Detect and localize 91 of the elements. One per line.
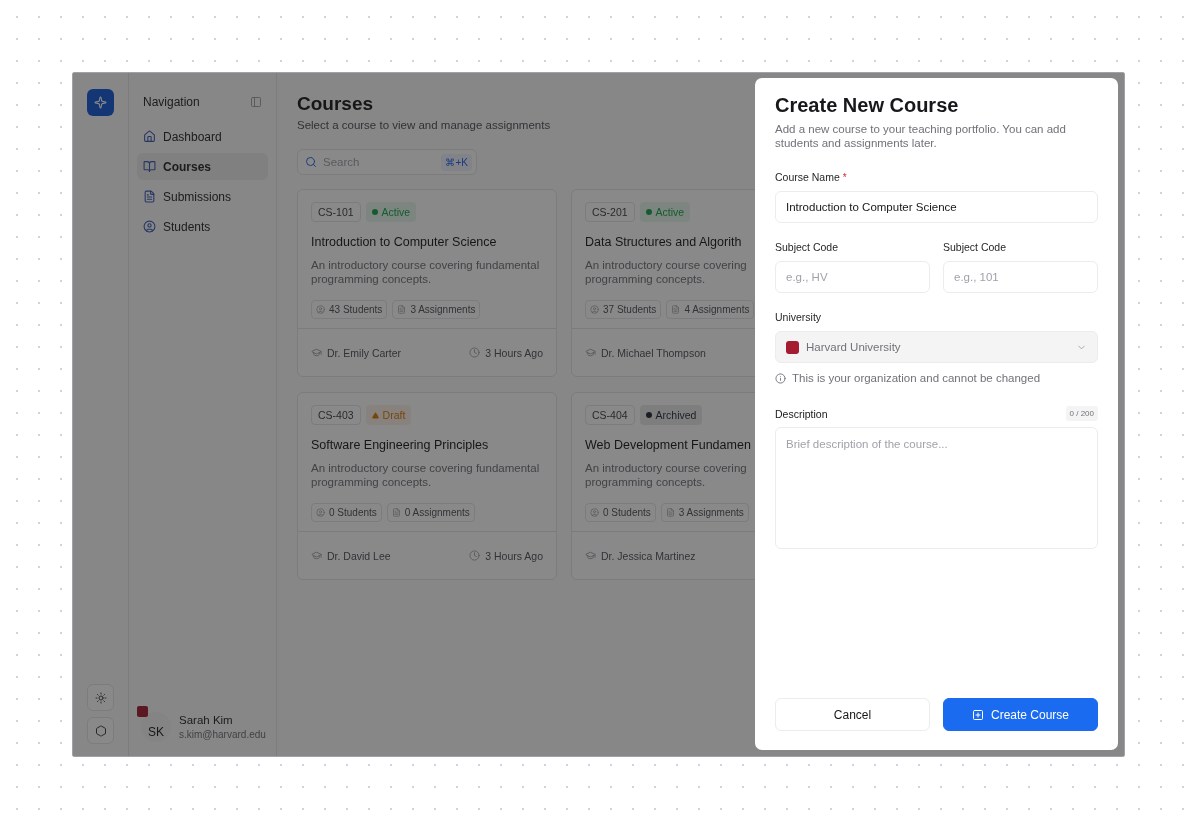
assignments-count: 0 Assignments (404, 507, 470, 518)
field-label: Subject Code (943, 241, 1007, 253)
field-label: Description (775, 407, 828, 420)
create-button[interactable]: Create Course (943, 698, 1098, 731)
course-description: An introductory course covering programming concepts. (585, 258, 748, 286)
course-card[interactable]: CS-101 Active Introduction to Computer Science An introductory course covering fundamental programming concepts. 43 Students 3 Assignments Dr. Emily Carter 3 Hours Ago (297, 189, 557, 377)
subject-number-field[interactable]: e.g., 101 (943, 261, 1098, 293)
document-icon (665, 508, 675, 517)
field-label: Subject Code (775, 241, 839, 253)
sparkle-icon (94, 96, 107, 109)
graduation-cap-icon (585, 347, 596, 358)
nav-item[interactable]: Students (137, 213, 268, 240)
status-label: Active (381, 206, 411, 218)
user-icon (316, 508, 325, 517)
university-select: Harvard University (775, 331, 1098, 363)
user-icon (316, 305, 325, 314)
user-icon (590, 508, 599, 517)
required-mark: * (842, 171, 847, 183)
course-title: Web Development Fundamen (585, 438, 752, 452)
course-code: CS-101 (311, 202, 361, 222)
students-count: 0 Students (603, 507, 651, 518)
students-count: 43 Students (329, 304, 383, 315)
description-field[interactable]: Brief description of the course... (775, 427, 1098, 549)
assignments-count: 3 Assignments (678, 507, 744, 518)
university-logo-icon (786, 340, 799, 354)
user-email: s.kim@harvard.edu (179, 729, 266, 740)
app-logo[interactable] (87, 89, 114, 116)
book-icon (143, 160, 156, 173)
field-label: University (775, 311, 822, 323)
character-counter: 0 / 200 (1065, 406, 1098, 421)
dialog-subtitle: Add a new course to your teaching portfolio. You can add students and assignments later. (775, 122, 1067, 150)
settings-button[interactable] (87, 717, 114, 744)
nav-item[interactable]: Submissions (137, 183, 268, 210)
document-icon (671, 305, 681, 314)
clock-icon (469, 347, 481, 358)
course-code: CS-404 (585, 405, 635, 425)
subject-code-field[interactable]: e.g., HV (775, 261, 930, 293)
instructor-name: Dr. Jessica Martinez (601, 549, 696, 562)
students-count: 0 Students (329, 507, 377, 518)
dialog-title: Create New Course (775, 94, 960, 117)
status-label: Draft (382, 409, 406, 421)
graduation-cap-icon (311, 550, 322, 561)
university-badge-icon (137, 706, 148, 717)
status-label: Archived (655, 409, 697, 421)
graduation-cap-icon (311, 347, 322, 358)
course-name-field[interactable]: Introduction to Computer Science (775, 191, 1098, 223)
page-subtitle: Select a course to view and manage assignments (297, 119, 552, 131)
user-icon (590, 305, 599, 314)
field-label: Course Name (775, 171, 840, 183)
students-count: 37 Students (603, 304, 657, 315)
graduation-cap-icon (585, 550, 596, 561)
assignments-count: 3 Assignments (410, 304, 476, 315)
search-icon (305, 156, 317, 168)
nav-item[interactable]: Dashboard (137, 123, 268, 150)
course-card[interactable]: CS-201 Active Data Structures and Algorith An introductory course covering programming concepts. 37 Students 4 Assignments Dr. Michael Thompson (571, 189, 756, 377)
course-description: An introductory course covering fundamental programming concepts. (311, 461, 541, 489)
user-name: Sarah Kim (179, 714, 234, 726)
theme-button[interactable] (87, 684, 114, 711)
plus-icon (971, 708, 984, 721)
info-icon (775, 372, 786, 384)
nav-item[interactable]: Courses (137, 153, 268, 180)
updated-time: 3 Hours Ago (485, 549, 543, 562)
shortcut-hint: ⌘+K (441, 153, 472, 171)
sidebar-toggle-icon[interactable] (250, 96, 262, 108)
instructor-name: Dr. Emily Carter (327, 346, 402, 359)
updated-time: 3 Hours Ago (485, 346, 543, 359)
document-icon (397, 305, 407, 314)
cancel-button[interactable]: Cancel (775, 698, 930, 731)
assignments-count: 4 Assignments (684, 304, 750, 315)
course-card[interactable]: CS-404 Archived Web Development Fundamen An introductory course covering programming concepts. 0 Students 3 Assignments Dr. Jessica Martinez (571, 392, 756, 580)
home-icon (143, 130, 156, 143)
document-icon (391, 508, 401, 517)
field-hint: This is your organization and cannot be changed (792, 372, 1041, 384)
sidebar-title: Navigation (143, 95, 200, 109)
settings-icon (94, 724, 107, 737)
course-title: Software Engineering Principles (311, 438, 490, 452)
course-title: Data Structures and Algorith (585, 235, 743, 249)
course-card[interactable]: CS-403 Draft Software Engineering Principles An introductory course covering fundamental programming concepts. 0 Students 0 Assignments Dr. David Lee 3 Hours Ago (297, 392, 557, 580)
instructor-name: Dr. David Lee (327, 549, 391, 562)
page-title: Courses (297, 93, 375, 115)
sun-icon (94, 691, 107, 704)
course-description: An introductory course covering fundamental programming concepts. (311, 258, 541, 286)
course-code: CS-403 (311, 405, 361, 425)
user-icon (143, 220, 156, 233)
course-description: An introductory course covering programming concepts. (585, 461, 748, 489)
course-code: CS-201 (585, 202, 635, 222)
document-icon (143, 190, 156, 203)
instructor-name: Dr. Michael Thompson (601, 346, 706, 359)
course-title: Introduction to Computer Science (311, 235, 498, 249)
status-label: Active (655, 206, 685, 218)
clock-icon (469, 550, 481, 561)
